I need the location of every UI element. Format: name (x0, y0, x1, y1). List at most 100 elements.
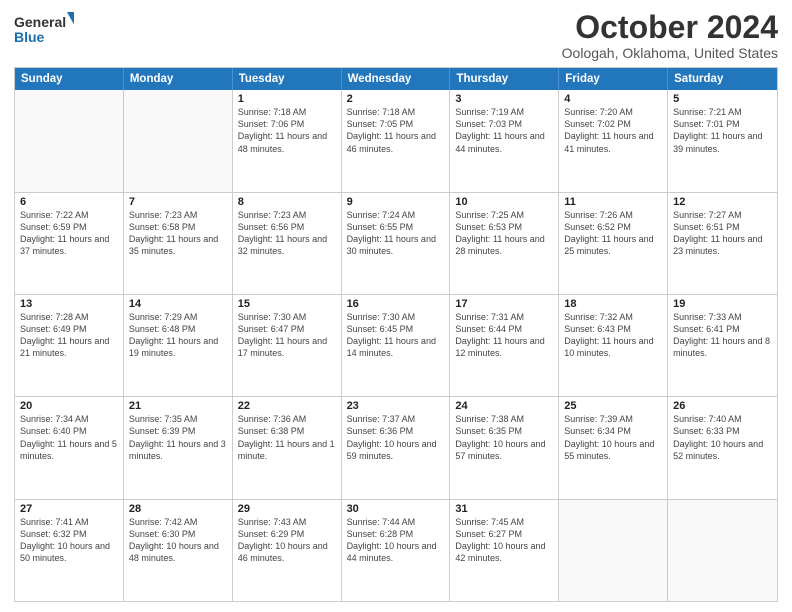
calendar-cell (668, 500, 777, 601)
main-title: October 2024 (562, 10, 778, 45)
day-info: Sunrise: 7:18 AM Sunset: 7:05 PM Dayligh… (347, 106, 445, 155)
day-number: 14 (129, 298, 227, 310)
calendar-cell: 2Sunrise: 7:18 AM Sunset: 7:05 PM Daylig… (342, 90, 451, 191)
day-info: Sunrise: 7:23 AM Sunset: 6:58 PM Dayligh… (129, 209, 227, 258)
day-number: 5 (673, 93, 772, 105)
day-info: Sunrise: 7:44 AM Sunset: 6:28 PM Dayligh… (347, 516, 445, 565)
calendar-row: 27Sunrise: 7:41 AM Sunset: 6:32 PM Dayli… (15, 499, 777, 601)
calendar-cell: 26Sunrise: 7:40 AM Sunset: 6:33 PM Dayli… (668, 397, 777, 498)
logo-svg: General Blue (14, 10, 74, 50)
day-number: 9 (347, 196, 445, 208)
calendar-row: 13Sunrise: 7:28 AM Sunset: 6:49 PM Dayli… (15, 294, 777, 396)
day-number: 10 (455, 196, 553, 208)
day-number: 29 (238, 503, 336, 515)
calendar-header-row: SundayMondayTuesdayWednesdayThursdayFrid… (15, 68, 777, 90)
day-info: Sunrise: 7:41 AM Sunset: 6:32 PM Dayligh… (20, 516, 118, 565)
day-number: 21 (129, 400, 227, 412)
day-number: 7 (129, 196, 227, 208)
day-number: 23 (347, 400, 445, 412)
day-number: 18 (564, 298, 662, 310)
svg-text:Blue: Blue (14, 29, 45, 45)
day-info: Sunrise: 7:25 AM Sunset: 6:53 PM Dayligh… (455, 209, 553, 258)
calendar-cell: 7Sunrise: 7:23 AM Sunset: 6:58 PM Daylig… (124, 193, 233, 294)
day-info: Sunrise: 7:37 AM Sunset: 6:36 PM Dayligh… (347, 413, 445, 462)
calendar-cell: 22Sunrise: 7:36 AM Sunset: 6:38 PM Dayli… (233, 397, 342, 498)
calendar-cell: 27Sunrise: 7:41 AM Sunset: 6:32 PM Dayli… (15, 500, 124, 601)
calendar-row: 20Sunrise: 7:34 AM Sunset: 6:40 PM Dayli… (15, 396, 777, 498)
calendar-header-cell: Tuesday (233, 68, 342, 90)
calendar-cell (559, 500, 668, 601)
calendar-cell: 19Sunrise: 7:33 AM Sunset: 6:41 PM Dayli… (668, 295, 777, 396)
day-number: 31 (455, 503, 553, 515)
day-number: 11 (564, 196, 662, 208)
calendar-cell: 9Sunrise: 7:24 AM Sunset: 6:55 PM Daylig… (342, 193, 451, 294)
day-info: Sunrise: 7:30 AM Sunset: 6:45 PM Dayligh… (347, 311, 445, 360)
day-info: Sunrise: 7:23 AM Sunset: 6:56 PM Dayligh… (238, 209, 336, 258)
day-info: Sunrise: 7:43 AM Sunset: 6:29 PM Dayligh… (238, 516, 336, 565)
day-number: 6 (20, 196, 118, 208)
day-info: Sunrise: 7:29 AM Sunset: 6:48 PM Dayligh… (129, 311, 227, 360)
day-number: 25 (564, 400, 662, 412)
calendar-cell: 17Sunrise: 7:31 AM Sunset: 6:44 PM Dayli… (450, 295, 559, 396)
calendar-cell: 12Sunrise: 7:27 AM Sunset: 6:51 PM Dayli… (668, 193, 777, 294)
day-number: 17 (455, 298, 553, 310)
subtitle: Oologah, Oklahoma, United States (562, 45, 778, 61)
calendar-cell: 10Sunrise: 7:25 AM Sunset: 6:53 PM Dayli… (450, 193, 559, 294)
day-info: Sunrise: 7:34 AM Sunset: 6:40 PM Dayligh… (20, 413, 118, 462)
day-info: Sunrise: 7:35 AM Sunset: 6:39 PM Dayligh… (129, 413, 227, 462)
day-number: 27 (20, 503, 118, 515)
calendar-header-cell: Friday (559, 68, 668, 90)
day-number: 4 (564, 93, 662, 105)
calendar-header-cell: Thursday (450, 68, 559, 90)
title-block: October 2024 Oologah, Oklahoma, United S… (562, 10, 778, 61)
calendar-header-cell: Saturday (668, 68, 777, 90)
day-number: 3 (455, 93, 553, 105)
calendar-cell: 25Sunrise: 7:39 AM Sunset: 6:34 PM Dayli… (559, 397, 668, 498)
calendar-cell: 31Sunrise: 7:45 AM Sunset: 6:27 PM Dayli… (450, 500, 559, 601)
day-info: Sunrise: 7:38 AM Sunset: 6:35 PM Dayligh… (455, 413, 553, 462)
day-info: Sunrise: 7:26 AM Sunset: 6:52 PM Dayligh… (564, 209, 662, 258)
calendar-cell: 4Sunrise: 7:20 AM Sunset: 7:02 PM Daylig… (559, 90, 668, 191)
day-info: Sunrise: 7:31 AM Sunset: 6:44 PM Dayligh… (455, 311, 553, 360)
calendar-cell: 6Sunrise: 7:22 AM Sunset: 6:59 PM Daylig… (15, 193, 124, 294)
calendar-cell: 11Sunrise: 7:26 AM Sunset: 6:52 PM Dayli… (559, 193, 668, 294)
calendar-cell: 15Sunrise: 7:30 AM Sunset: 6:47 PM Dayli… (233, 295, 342, 396)
day-number: 19 (673, 298, 772, 310)
day-info: Sunrise: 7:39 AM Sunset: 6:34 PM Dayligh… (564, 413, 662, 462)
calendar-cell: 8Sunrise: 7:23 AM Sunset: 6:56 PM Daylig… (233, 193, 342, 294)
calendar-header-cell: Sunday (15, 68, 124, 90)
calendar-cell: 20Sunrise: 7:34 AM Sunset: 6:40 PM Dayli… (15, 397, 124, 498)
calendar-cell: 18Sunrise: 7:32 AM Sunset: 6:43 PM Dayli… (559, 295, 668, 396)
day-number: 2 (347, 93, 445, 105)
day-number: 12 (673, 196, 772, 208)
logo: General Blue (14, 10, 74, 50)
calendar-cell: 24Sunrise: 7:38 AM Sunset: 6:35 PM Dayli… (450, 397, 559, 498)
calendar-row: 1Sunrise: 7:18 AM Sunset: 7:06 PM Daylig… (15, 90, 777, 191)
calendar-header-cell: Monday (124, 68, 233, 90)
calendar-cell: 23Sunrise: 7:37 AM Sunset: 6:36 PM Dayli… (342, 397, 451, 498)
day-info: Sunrise: 7:40 AM Sunset: 6:33 PM Dayligh… (673, 413, 772, 462)
calendar-cell: 13Sunrise: 7:28 AM Sunset: 6:49 PM Dayli… (15, 295, 124, 396)
calendar-cell: 14Sunrise: 7:29 AM Sunset: 6:48 PM Dayli… (124, 295, 233, 396)
day-number: 30 (347, 503, 445, 515)
day-info: Sunrise: 7:20 AM Sunset: 7:02 PM Dayligh… (564, 106, 662, 155)
day-number: 8 (238, 196, 336, 208)
calendar-cell: 21Sunrise: 7:35 AM Sunset: 6:39 PM Dayli… (124, 397, 233, 498)
day-info: Sunrise: 7:18 AM Sunset: 7:06 PM Dayligh… (238, 106, 336, 155)
calendar-cell: 5Sunrise: 7:21 AM Sunset: 7:01 PM Daylig… (668, 90, 777, 191)
day-info: Sunrise: 7:28 AM Sunset: 6:49 PM Dayligh… (20, 311, 118, 360)
day-info: Sunrise: 7:30 AM Sunset: 6:47 PM Dayligh… (238, 311, 336, 360)
header: General Blue October 2024 Oologah, Oklah… (14, 10, 778, 61)
calendar-cell: 16Sunrise: 7:30 AM Sunset: 6:45 PM Dayli… (342, 295, 451, 396)
day-info: Sunrise: 7:36 AM Sunset: 6:38 PM Dayligh… (238, 413, 336, 462)
day-info: Sunrise: 7:22 AM Sunset: 6:59 PM Dayligh… (20, 209, 118, 258)
day-number: 16 (347, 298, 445, 310)
calendar-cell (124, 90, 233, 191)
calendar-row: 6Sunrise: 7:22 AM Sunset: 6:59 PM Daylig… (15, 192, 777, 294)
day-number: 24 (455, 400, 553, 412)
calendar-cell: 1Sunrise: 7:18 AM Sunset: 7:06 PM Daylig… (233, 90, 342, 191)
day-info: Sunrise: 7:27 AM Sunset: 6:51 PM Dayligh… (673, 209, 772, 258)
svg-text:General: General (14, 14, 66, 30)
calendar-header-cell: Wednesday (342, 68, 451, 90)
day-info: Sunrise: 7:32 AM Sunset: 6:43 PM Dayligh… (564, 311, 662, 360)
